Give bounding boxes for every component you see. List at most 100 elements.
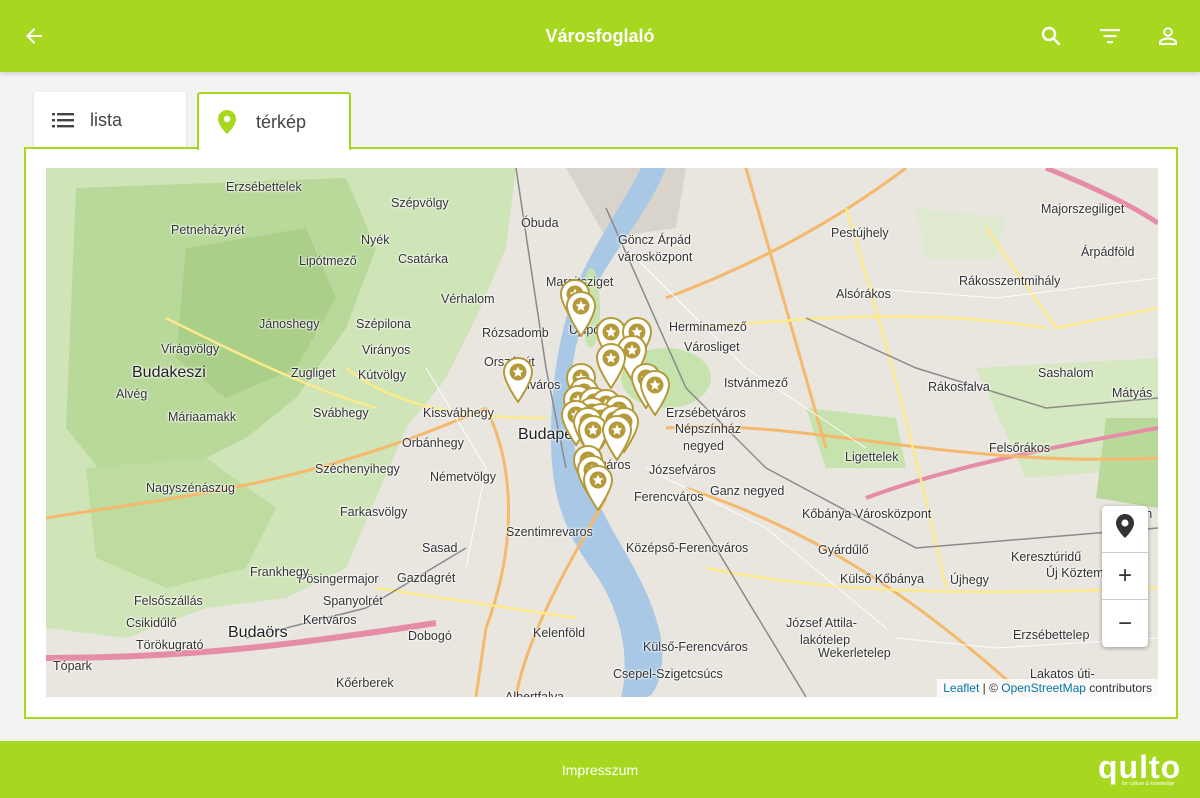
map-place-label: Nyék [361, 233, 390, 247]
app-header: Városfoglaló [0, 0, 1200, 72]
map-panel: Erzsébettelek Szépvölgy Petneházyrét Nyék Ób… [24, 147, 1178, 719]
map-place-label: Erzsébettelep [1013, 628, 1090, 642]
tab-list-label: lista [90, 109, 123, 130]
app-footer: Impresszum qulto for culture & knowledge [0, 741, 1200, 798]
map-place-label: Erzsébetváros [666, 406, 746, 420]
map-place-label: Népszínház [675, 422, 742, 436]
map-place-label: Új Köztem [1046, 566, 1104, 580]
map-place-label: lakótelep [800, 633, 851, 647]
map-place-label: Külső Kőbánya [840, 572, 925, 586]
map-place-label: Vérhalom [441, 292, 495, 306]
map-place-label: Nagyszénászug [146, 481, 235, 495]
star-marker-icon[interactable] [582, 464, 614, 512]
zoom-in-button[interactable]: + [1102, 553, 1148, 600]
map-place-label: Pestújhely [831, 226, 889, 240]
map-place-label: Óbuda [521, 216, 559, 230]
attribution-separator: | © [979, 681, 1002, 695]
map-place-label: Csatárka [398, 252, 449, 266]
search-icon[interactable] [1037, 22, 1065, 50]
map-place-label: Németvölgy [430, 470, 496, 484]
map-place-label: Spanyolrét [323, 594, 383, 608]
map-place-label: Svábhegy [313, 406, 369, 420]
qulto-tagline: for culture & knowledge [1122, 781, 1175, 787]
map-place-label: Városliget [684, 340, 740, 354]
impressum-link[interactable]: Impresszum [0, 762, 1200, 778]
star-marker-icon[interactable] [639, 369, 671, 417]
map-place-label: Majorszegiliget [1041, 202, 1125, 216]
map-place-label: Jánoshegy [259, 317, 320, 331]
map-place-label: Csepel-Szigetcsúcs [613, 667, 723, 681]
tab-map[interactable]: térkép [197, 92, 351, 150]
map-controls: + − [1102, 506, 1148, 647]
list-icon [52, 112, 74, 128]
map-place-label: Tópark [53, 659, 92, 673]
map-place-label: Ligettelek [845, 450, 899, 464]
map-place-label: Kőérberek [336, 676, 394, 690]
map-place-label: Lipótmező [299, 254, 357, 268]
map-place-label: Kútvölgy [358, 368, 406, 382]
map-place-label: Felsőrákos [989, 441, 1051, 455]
map-place-label: Törökugrató [136, 638, 204, 652]
map-place-label: negyed [683, 439, 725, 453]
map-place-label: Szépilona [356, 317, 411, 331]
map-place-label: Felsőszállás [134, 594, 203, 608]
map-place-label: Pösingermajor [298, 572, 379, 586]
zoom-out-button[interactable]: − [1102, 600, 1148, 647]
map-place-label: Kissvábhegy [423, 406, 494, 420]
map-place-label: Széchenyihegy [315, 462, 400, 476]
map-place-label: Zugliget [291, 366, 336, 380]
map-place-label: Gyárdűlő [818, 543, 869, 557]
map-place-label: Albertfalva [505, 690, 565, 697]
filter-icon[interactable] [1096, 22, 1124, 50]
map-place-label: Külső-Ferencváros [643, 640, 748, 654]
map-place-label: Budakeszi [132, 364, 206, 381]
page-title: Városfoglaló [545, 26, 655, 46]
locate-icon [1114, 513, 1136, 546]
map-place-label: Frankhegy [250, 565, 310, 579]
map-place-label: József Attila- [786, 616, 857, 630]
map-place-label: Alsórákos [836, 287, 891, 301]
map-place-label: Orbánhegy [402, 436, 464, 450]
map-place-label: Csikidűlő [126, 616, 177, 630]
map-view[interactable]: Erzsébettelek Szépvölgy Petneházyrét Nyék Ób… [46, 168, 1158, 697]
map-place-label: Kelenföld [533, 626, 586, 640]
map-place-label: Erzsébettelek [226, 180, 302, 194]
star-marker-icon[interactable] [502, 356, 534, 404]
locate-button[interactable] [1102, 506, 1148, 553]
map-place-label: Herminamező [669, 320, 747, 334]
map-place-label: Középső-Ferencváros [626, 541, 749, 555]
map-place-label: Ganz negyed [710, 484, 785, 498]
map-place-label: Újhegy [950, 573, 989, 587]
map-place-label: Szépvölgy [391, 196, 449, 210]
map-place-label: Farkasvölgy [340, 505, 408, 519]
map-place-label: Mátyás [1112, 386, 1153, 400]
map-place-label: Józsefváros [649, 463, 716, 477]
map-place-label: Sasad [422, 541, 458, 555]
map-place-label: Kőbánya Városközpont [802, 507, 932, 521]
map-place-label: Ferencváros [634, 490, 704, 504]
map-place-label: Sashalom [1038, 366, 1094, 380]
map-place-label: Virágvölgy [161, 342, 220, 356]
map-place-label: Göncz Árpád [618, 233, 691, 247]
attribution-contributors: contributors [1085, 681, 1152, 695]
map-place-label: Kertváros [303, 613, 357, 627]
tab-list[interactable]: lista [34, 92, 186, 148]
tab-map-label: térkép [256, 111, 307, 132]
map-place-label: Budaörs [228, 624, 288, 641]
map-place-label: Máriaamakk [168, 410, 237, 424]
leaflet-link[interactable]: Leaflet [943, 681, 979, 695]
map-place-label: Dobogó [408, 629, 452, 643]
map-place-label: Virányos [362, 343, 411, 357]
map-place-label: Rákosszentmihály [959, 274, 1061, 288]
star-marker-icon[interactable] [565, 290, 597, 338]
map-place-label: Keresztúridű [1011, 550, 1082, 564]
map-place-label: Szentimrevaros [506, 525, 593, 539]
map-place-label: Alvég [116, 387, 148, 401]
map-pin-icon [218, 110, 236, 134]
map-place-label: Wekerletelep [818, 646, 891, 660]
user-icon[interactable] [1154, 22, 1182, 50]
map-place-label: Petneházyrét [171, 223, 245, 237]
osm-link[interactable]: OpenStreetMap [1001, 681, 1086, 695]
map-place-label: városközpont [618, 250, 693, 264]
map-attribution: Leaflet | © OpenStreetMap contributors [937, 679, 1158, 697]
